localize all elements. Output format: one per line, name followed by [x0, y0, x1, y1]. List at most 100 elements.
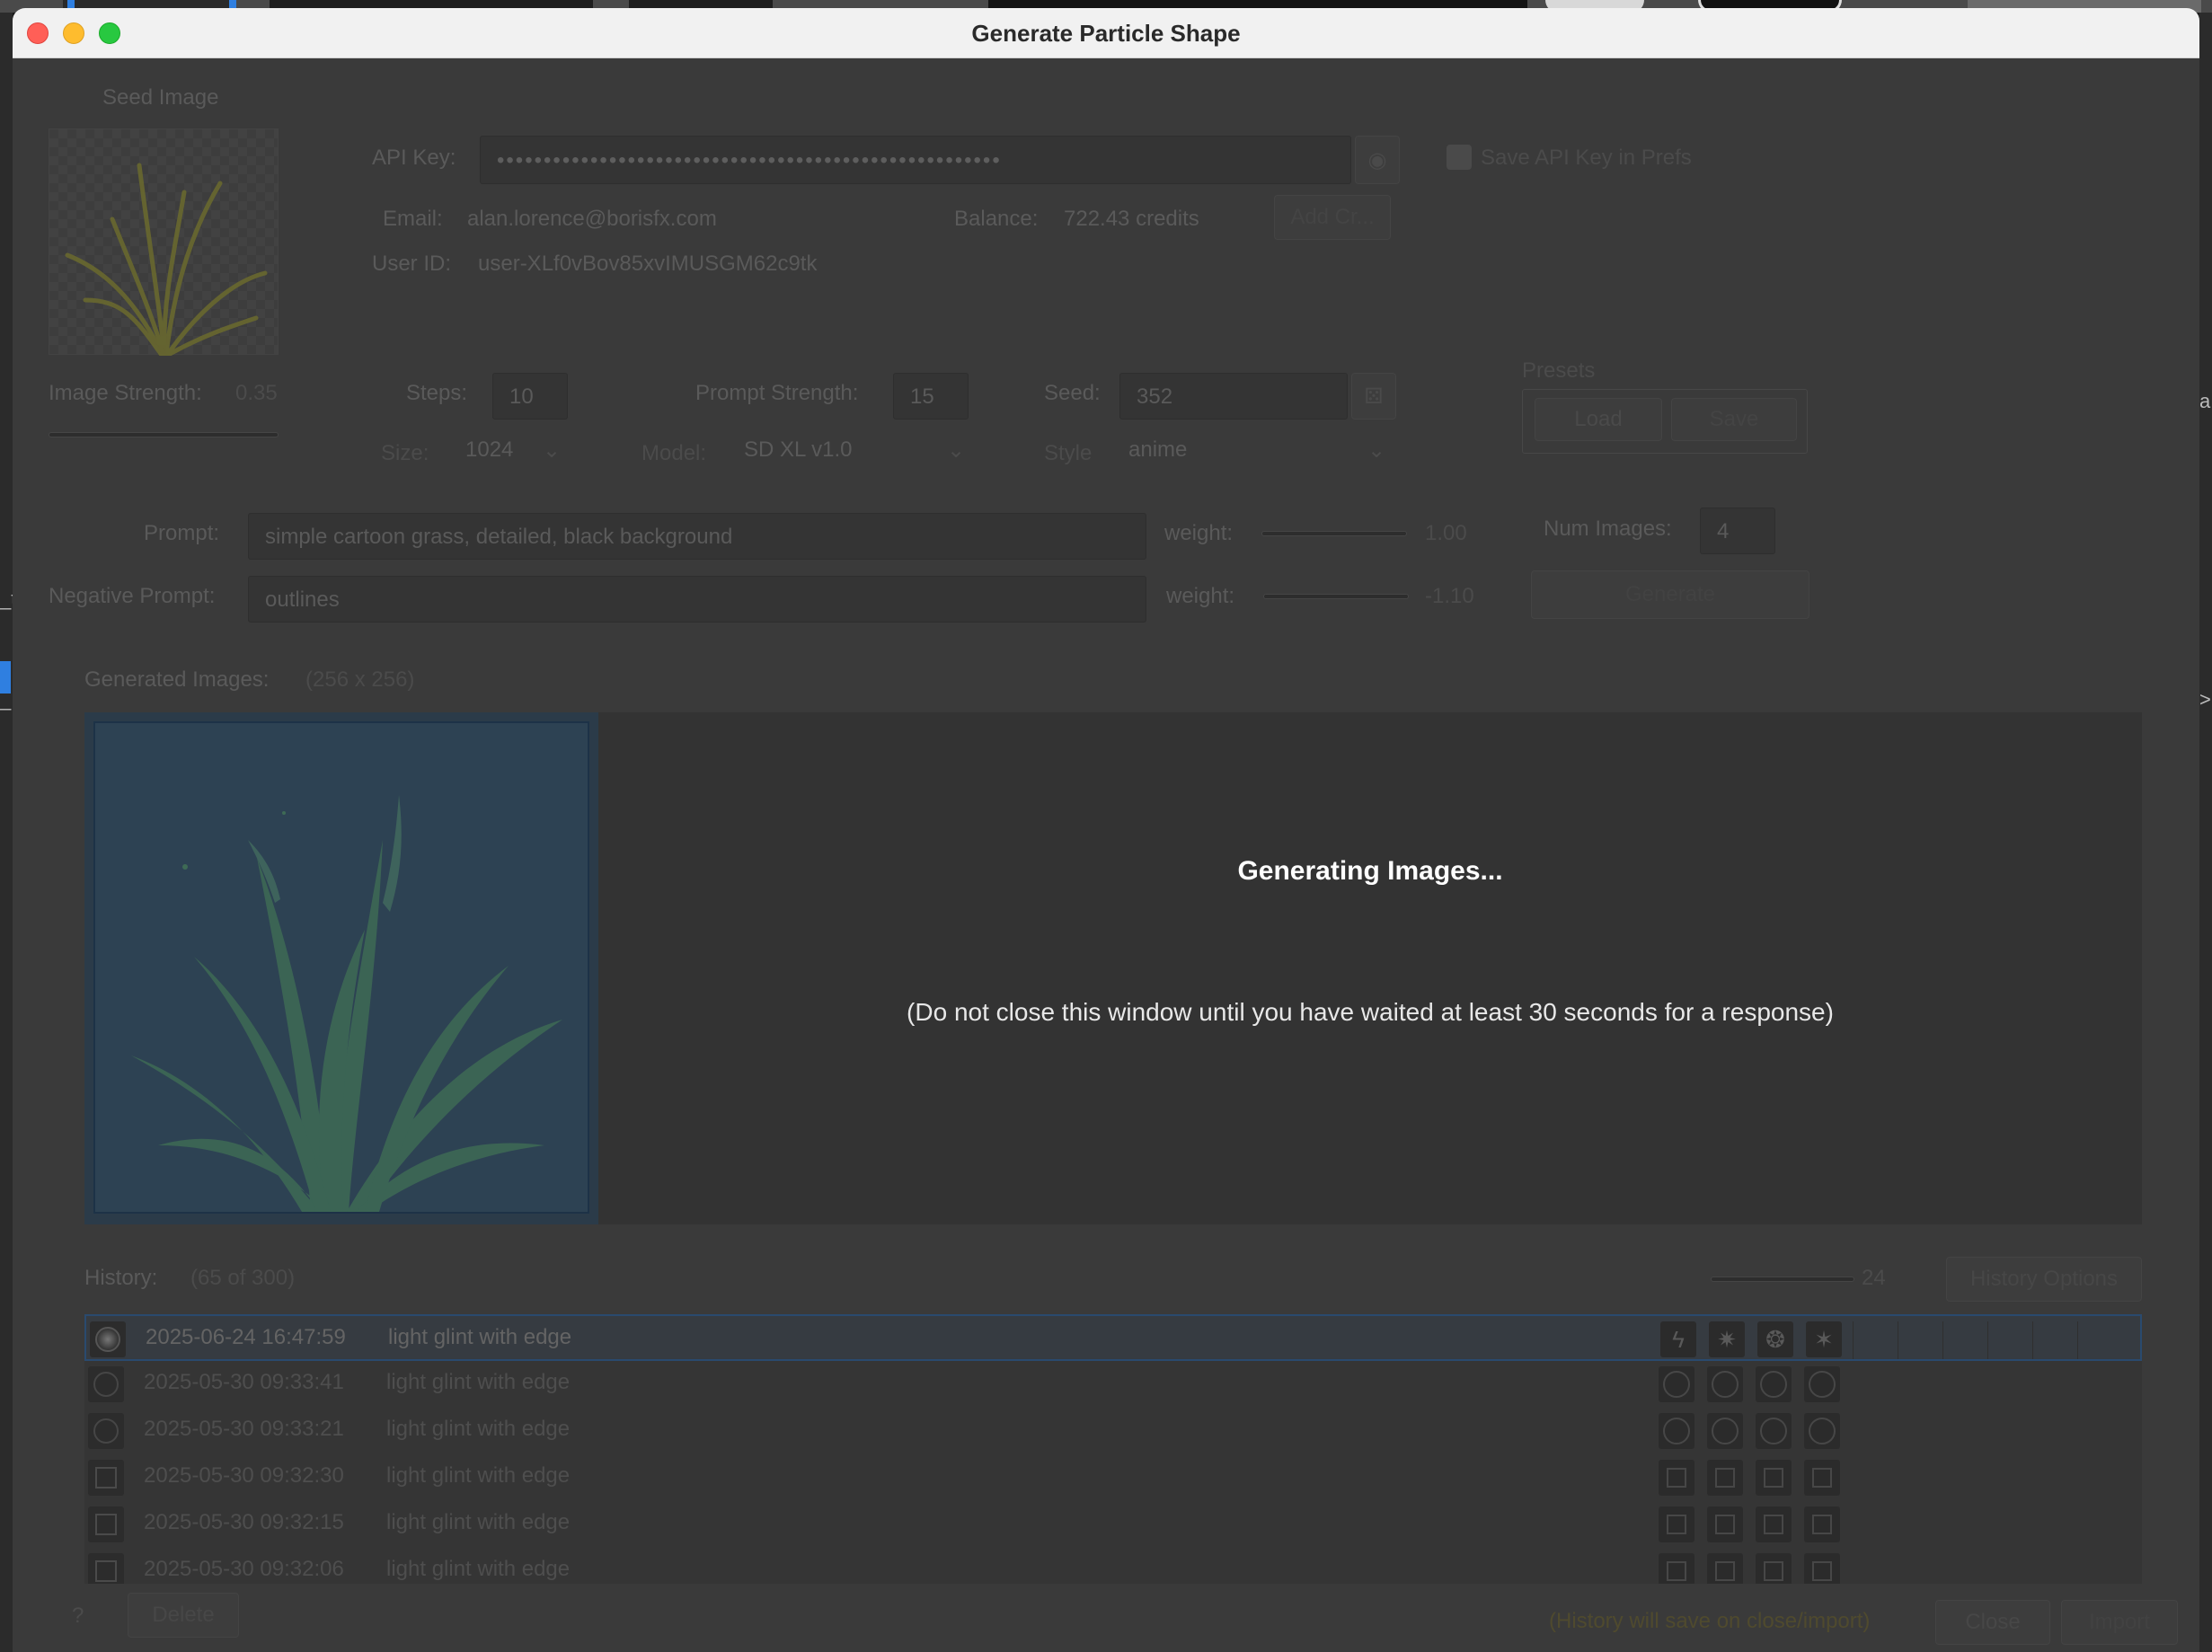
- history-empty-slot: [1987, 1321, 2032, 1359]
- generating-status-note: (Do not close this window until you have…: [907, 998, 1834, 1026]
- history-list[interactable]: 2025-06-24 16:47:59 light glint with edg…: [84, 1314, 2142, 1584]
- presets-load-button[interactable]: Load: [1535, 398, 1662, 441]
- negative-prompt-label: Negative Prompt:: [49, 584, 216, 608]
- save-api-key-checkbox[interactable]: [1447, 145, 1472, 170]
- history-image-glint[interactable]: ✷: [1709, 1321, 1745, 1357]
- num-images-field[interactable]: 4: [1700, 508, 1775, 554]
- history-date: 2025-06-24 16:47:59: [146, 1325, 346, 1349]
- history-row[interactable]: 2025-05-30 09:33:41 light glint with edg…: [84, 1361, 2142, 1408]
- seed-field[interactable]: 352: [1119, 373, 1348, 420]
- history-image-square[interactable]: [1756, 1460, 1792, 1496]
- history-date: 2025-05-30 09:32:06: [144, 1557, 344, 1581]
- delete-button[interactable]: Delete: [128, 1593, 239, 1638]
- prompt-weight-value: 1.00: [1425, 521, 1467, 545]
- history-label: History:: [84, 1266, 158, 1290]
- prompt-field[interactable]: simple cartoon grass, detailed, black ba…: [248, 513, 1146, 560]
- size-chevron-down-icon: ⌄: [543, 438, 562, 463]
- history-image-ring[interactable]: [1756, 1413, 1792, 1449]
- history-image-ring[interactable]: [1804, 1366, 1840, 1402]
- history-thumbnail: [88, 1413, 124, 1449]
- history-empty-slot: [1942, 1321, 1987, 1359]
- history-image-square[interactable]: [1659, 1553, 1694, 1584]
- history-date: 2025-05-30 09:32:30: [144, 1463, 344, 1488]
- history-row[interactable]: 2025-05-30 09:33:21 light glint with edg…: [84, 1408, 2142, 1454]
- history-image-glint[interactable]: ✶: [1806, 1321, 1842, 1357]
- background-text: _: [0, 688, 12, 711]
- close-button[interactable]: Close: [1935, 1600, 2050, 1645]
- history-image-square[interactable]: [1804, 1460, 1840, 1496]
- history-row[interactable]: 2025-05-30 09:32:06 light glint with edg…: [84, 1548, 2142, 1584]
- api-key-label: API Key:: [372, 146, 456, 170]
- import-button[interactable]: Import: [2061, 1600, 2178, 1645]
- history-prompt: light glint with edge: [386, 1463, 571, 1488]
- history-row[interactable]: 2025-05-30 09:32:15 light glint with edg…: [84, 1501, 2142, 1548]
- add-credits-button[interactable]: Add Cr...: [1274, 195, 1391, 240]
- negative-weight-value: -1.10: [1425, 584, 1474, 608]
- prompt-strength-field[interactable]: 15: [893, 373, 969, 420]
- seed-randomize-button[interactable]: ⚄: [1351, 373, 1396, 420]
- history-options-button[interactable]: History Options: [1946, 1257, 2142, 1302]
- history-image-glint[interactable]: ϟ: [1660, 1321, 1696, 1357]
- history-date: 2025-05-30 09:33:21: [144, 1417, 344, 1441]
- prompt-weight-slider[interactable]: [1261, 531, 1407, 536]
- presets-label: Presets: [1522, 358, 1596, 383]
- history-empty-slot: [2032, 1321, 2077, 1359]
- steps-field[interactable]: 10: [492, 373, 568, 420]
- history-image-ring[interactable]: [1707, 1413, 1743, 1449]
- history-date: 2025-05-30 09:33:41: [144, 1370, 344, 1394]
- history-empty-slot: [1898, 1321, 1942, 1359]
- history-row[interactable]: 2025-06-24 16:47:59 light glint with edg…: [84, 1314, 2142, 1361]
- background-text: >: [2199, 688, 2211, 711]
- image-strength-slider[interactable]: [49, 432, 279, 437]
- presets-save-button[interactable]: Save: [1671, 398, 1797, 441]
- history-image-square[interactable]: [1756, 1506, 1792, 1542]
- history-image-square[interactable]: [1756, 1553, 1792, 1584]
- background-app-left: _t _: [0, 13, 16, 1652]
- generated-image-selection[interactable]: [84, 712, 598, 1224]
- model-label: Model:: [641, 441, 707, 465]
- prompt-label: Prompt:: [144, 521, 220, 545]
- history-image-square[interactable]: [1707, 1553, 1743, 1584]
- generated-images-label: Generated Images:: [84, 667, 270, 692]
- history-image-square[interactable]: [1659, 1506, 1694, 1542]
- history-image-ring[interactable]: [1804, 1413, 1840, 1449]
- style-label: Style: [1044, 441, 1093, 465]
- api-key-reveal-button[interactable]: ◉: [1355, 136, 1400, 184]
- generate-button[interactable]: Generate: [1531, 570, 1809, 619]
- history-image-square[interactable]: [1707, 1506, 1743, 1542]
- api-key-field[interactable]: ••••••••••••••••••••••••••••••••••••••••…: [480, 136, 1351, 184]
- history-image-square[interactable]: [1707, 1460, 1743, 1496]
- history-image-glint[interactable]: ❂: [1757, 1321, 1793, 1357]
- history-prompt: light glint with edge: [388, 1325, 572, 1349]
- history-image-ring[interactable]: [1659, 1366, 1694, 1402]
- history-image-ring[interactable]: [1659, 1413, 1694, 1449]
- history-thumbnail: [88, 1366, 124, 1402]
- seed-image-well[interactable]: [49, 128, 279, 357]
- history-image-ring[interactable]: [1707, 1366, 1743, 1402]
- history-thumbnail-size-slider[interactable]: [1711, 1277, 1854, 1282]
- negative-weight-slider[interactable]: [1263, 594, 1409, 599]
- history-image-square[interactable]: [1659, 1460, 1694, 1496]
- size-dropdown[interactable]: 1024: [465, 437, 513, 463]
- history-image-square[interactable]: [1804, 1506, 1840, 1542]
- help-button[interactable]: ?: [72, 1603, 84, 1629]
- history-image-ring[interactable]: [1756, 1366, 1792, 1402]
- generated-images-size: (256 x 256): [305, 667, 415, 692]
- history-row[interactable]: 2025-05-30 09:32:30 light glint with edg…: [84, 1454, 2142, 1501]
- history-thumbnail: [88, 1460, 124, 1496]
- user-id-label: User ID:: [372, 252, 452, 276]
- history-prompt: light glint with edge: [386, 1417, 571, 1441]
- title-bar[interactable]: Generate Particle Shape: [13, 8, 2199, 58]
- steps-label: Steps:: [406, 381, 468, 405]
- history-save-note: (History will save on close/import): [1549, 1609, 1871, 1633]
- model-dropdown[interactable]: SD XL v1.0: [744, 437, 853, 463]
- eye-icon: ◉: [1367, 148, 1387, 172]
- generated-image-thumbnail[interactable]: [93, 721, 589, 1214]
- style-dropdown[interactable]: anime: [1128, 437, 1187, 463]
- negative-prompt-field[interactable]: outlines: [248, 576, 1146, 623]
- history-image-square[interactable]: [1804, 1553, 1840, 1584]
- history-thumbnail-size-value: 24: [1862, 1266, 1886, 1290]
- email-label: Email:: [383, 207, 443, 231]
- history-prompt: light glint with edge: [386, 1370, 571, 1394]
- history-count: (65 of 300): [190, 1266, 296, 1290]
